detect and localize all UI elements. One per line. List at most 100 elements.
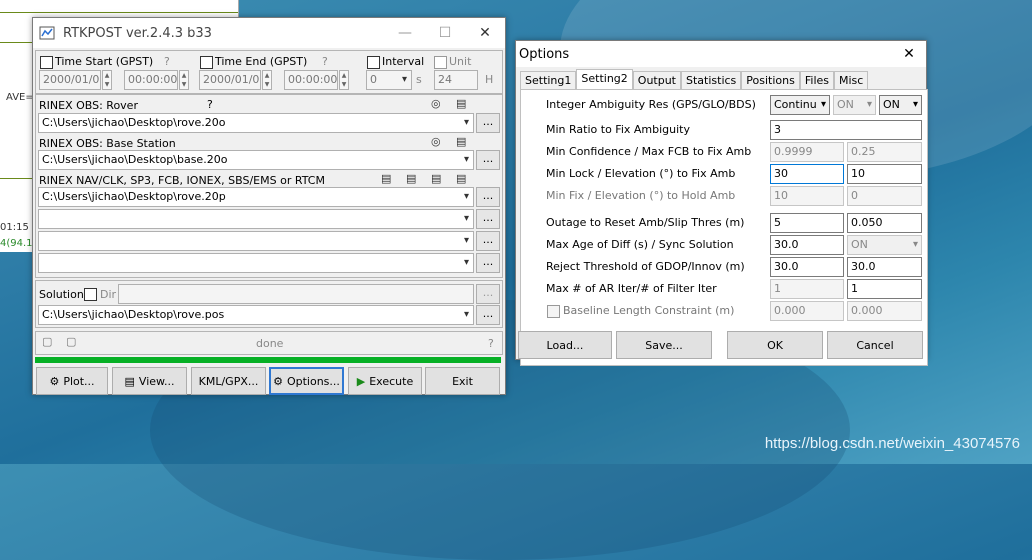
min-elev-hold-input[interactable]: 0 [847, 186, 922, 206]
baseline-checkbox[interactable] [547, 305, 560, 318]
min-ratio-input[interactable]: 3 [770, 120, 922, 140]
document-icon[interactable]: ▤ [381, 172, 391, 185]
nav-file-input-3[interactable]: ▾ [38, 231, 474, 251]
plot-button[interactable]: ⚙ Plot... [36, 367, 108, 395]
sync-solution-select[interactable]: ON ▾ [847, 235, 922, 255]
time-end-checkbox[interactable] [200, 56, 213, 69]
view-button[interactable]: ▤ View... [112, 367, 187, 395]
dir-checkbox[interactable] [84, 288, 97, 301]
document-icon[interactable]: ▤ [456, 172, 466, 185]
min-elev-fix-input[interactable]: 10 [847, 164, 922, 184]
time-start-help[interactable]: ? [164, 55, 170, 68]
rtkpost-titlebar[interactable]: RTKPOST ver.2.4.3 b33 — ☐ ✕ [33, 18, 505, 48]
chevron-down-icon[interactable]: ▾ [464, 188, 469, 206]
ok-button[interactable]: OK [727, 331, 823, 359]
document-icon[interactable]: ▤ [456, 135, 466, 148]
interval-label: Interval [382, 55, 425, 68]
close-icon[interactable]: ✕ [465, 18, 505, 48]
rover-file-input[interactable]: C:\Users\jichao\Desktop\rove.20o ▾ [38, 113, 474, 133]
chevron-down-icon[interactable]: ▾ [464, 254, 469, 272]
amb-res-glo-select[interactable]: ON ▾ [833, 95, 876, 115]
nav-browse-button-1[interactable]: ... [476, 187, 500, 207]
time-end-date-spinner[interactable]: ▲ ▼ [262, 70, 272, 90]
time-start-date-spinner[interactable]: ▲ ▼ [102, 70, 112, 90]
nav-file-input-4[interactable]: ▾ [38, 253, 474, 273]
nav-file-input-1[interactable]: C:\Users\jichao\Desktop\rove.20p ▾ [38, 187, 474, 207]
close-icon[interactable]: ✕ [892, 41, 926, 67]
time-start-time-field[interactable]: 00:00:00 [124, 70, 178, 90]
nav-browse-button-2[interactable]: ... [476, 209, 500, 229]
window-title: RTKPOST ver.2.4.3 b33 [63, 25, 212, 41]
time-end-time-field[interactable]: 00:00:00 [284, 70, 338, 90]
time-start-date-field[interactable]: 2000/01/01 [39, 70, 101, 90]
amb-res-gps-select[interactable]: Continu ▾ [770, 95, 830, 115]
message-icon[interactable]: ▢ [66, 335, 76, 348]
nav-file-input-2[interactable]: ▾ [38, 209, 474, 229]
baseline-sigma-input[interactable]: 0.000 [847, 301, 922, 321]
base-file-input[interactable]: C:\Users\jichao\Desktop\base.20o ▾ [38, 150, 474, 170]
min-lock-input[interactable]: 30 [770, 164, 844, 184]
tab-output[interactable]: Output [632, 71, 681, 90]
solution-browse-button[interactable]: ... [476, 305, 500, 325]
tab-misc[interactable]: Misc [834, 71, 869, 90]
time-start-time-spinner[interactable]: ▲ ▼ [179, 70, 189, 90]
outage-input[interactable]: 5 [770, 213, 844, 233]
minimize-icon[interactable]: — [385, 18, 425, 48]
status-help[interactable]: ? [488, 337, 494, 350]
max-fcb-input[interactable]: 0.25 [847, 142, 922, 162]
nav-browse-button-3[interactable]: ... [476, 231, 500, 251]
time-end-time-spinner[interactable]: ▲ ▼ [339, 70, 349, 90]
load-button[interactable]: Load... [518, 331, 612, 359]
time-start-checkbox[interactable] [40, 56, 53, 69]
chevron-down-icon[interactable]: ▾ [464, 210, 469, 228]
slip-thres-input[interactable]: 0.050 [847, 213, 922, 233]
kml-gpx-button[interactable]: KML/GPX... [191, 367, 266, 395]
min-conf-input[interactable]: 0.9999 [770, 142, 844, 162]
tab-setting2[interactable]: Setting2 [576, 69, 633, 90]
max-age-input[interactable]: 30.0 [770, 235, 844, 255]
document-icon[interactable]: ▤ [456, 97, 466, 110]
max-ar-iter-input[interactable]: 1 [770, 279, 844, 299]
tab-statistics[interactable]: Statistics [681, 71, 742, 90]
document-icon[interactable]: ▤ [406, 172, 416, 185]
message-icon[interactable]: ▢ [42, 335, 52, 348]
document-icon[interactable]: ▤ [431, 172, 441, 185]
solution-dir-browse-button[interactable]: ... [476, 284, 500, 304]
execute-button[interactable]: ▶ Execute [348, 367, 422, 395]
chevron-down-icon[interactable]: ▾ [464, 151, 469, 169]
tab-positions[interactable]: Positions [741, 71, 800, 90]
tab-files[interactable]: Files [799, 71, 834, 90]
baseline-length-input[interactable]: 0.000 [770, 301, 844, 321]
maximize-icon[interactable]: ☐ [425, 18, 465, 48]
base-browse-button[interactable]: ... [476, 150, 500, 170]
solution-dir-input[interactable] [118, 284, 474, 304]
chevron-down-icon: ▾ [401, 74, 407, 85]
chevron-down-icon[interactable]: ▾ [464, 232, 469, 250]
globe-icon[interactable]: ◎ [431, 135, 441, 148]
time-end-help[interactable]: ? [322, 55, 328, 68]
options-titlebar[interactable]: Options ✕ [516, 41, 926, 67]
rover-browse-button[interactable]: ... [476, 113, 500, 133]
filter-iter-input[interactable]: 1 [847, 279, 922, 299]
interval-combo[interactable]: 0 ▾ [366, 70, 412, 90]
rover-help[interactable]: ? [207, 98, 213, 111]
globe-icon[interactable]: ◎ [431, 97, 441, 110]
min-fix-input[interactable]: 10 [770, 186, 844, 206]
options-button[interactable]: ⚙ Options... [269, 367, 344, 395]
save-button[interactable]: Save... [616, 331, 712, 359]
cancel-button[interactable]: Cancel [827, 331, 923, 359]
execute-button-label: Execute [369, 374, 414, 388]
reject-gdop-input[interactable]: 30.0 [770, 257, 844, 277]
reject-innov-input[interactable]: 30.0 [847, 257, 922, 277]
exit-button[interactable]: Exit [425, 367, 500, 395]
nav-browse-button-4[interactable]: ... [476, 253, 500, 273]
unit-checkbox[interactable] [434, 56, 447, 69]
amb-res-bds-select[interactable]: ON ▾ [879, 95, 922, 115]
solution-file-input[interactable]: C:\Users\jichao\Desktop\rove.pos ▾ [38, 305, 474, 325]
time-end-date-field[interactable]: 2000/01/01 [199, 70, 261, 90]
interval-checkbox[interactable] [367, 56, 380, 69]
unit-field[interactable]: 24 [434, 70, 478, 90]
tab-setting1[interactable]: Setting1 [520, 71, 577, 90]
chevron-down-icon[interactable]: ▾ [464, 306, 469, 324]
chevron-down-icon[interactable]: ▾ [464, 114, 469, 132]
